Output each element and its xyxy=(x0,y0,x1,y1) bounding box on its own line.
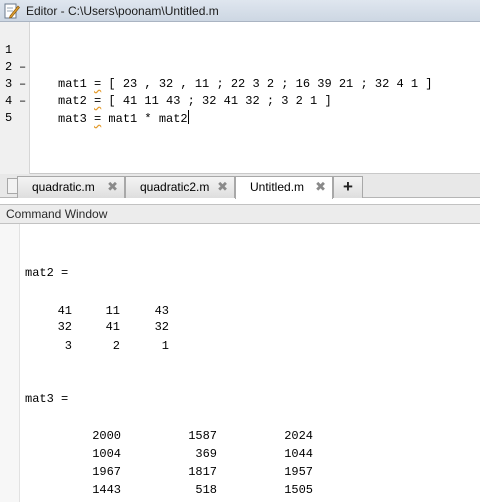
matrix-cell: 2000 xyxy=(92,429,121,443)
matrix-cell: 1587 xyxy=(188,429,217,443)
code-line[interactable]: 3 – mat3 = mat1 * mat2 xyxy=(0,59,480,126)
tab-quadratic[interactable]: quadratic.m ✖ xyxy=(17,176,125,198)
line-number: 5 xyxy=(5,111,13,125)
plus-icon[interactable]: + xyxy=(333,176,363,198)
editor-title: Editor - C:\Users\poonam\Untitled.m xyxy=(26,3,219,18)
pencil-document-icon xyxy=(4,3,20,19)
code-line[interactable]: 4 xyxy=(0,76,480,108)
code-editor[interactable]: 1 – mat1 = [ 23 , 32 , 11 ; 22 3 2 ; 16 … xyxy=(0,22,480,174)
editor-title-bar: Editor - C:\Users\poonam\Untitled.m xyxy=(0,0,480,22)
matrix-cell: 1004 xyxy=(92,447,121,461)
matrix-cell: 32 xyxy=(57,320,72,334)
tab-label: quadratic.m xyxy=(32,180,95,194)
close-x-icon[interactable]: ✖ xyxy=(217,177,228,197)
code-text[interactable]: mat3 = mat1 * mat2 xyxy=(58,110,189,128)
close-x-icon[interactable]: ✖ xyxy=(315,177,326,197)
code-line[interactable]: 5 xyxy=(0,93,480,125)
matrix-cell: 1443 xyxy=(92,483,121,497)
matrix-cell: 2 xyxy=(112,339,120,353)
mat3-header: mat3 = xyxy=(25,392,69,406)
tab-label: quadratic2.m xyxy=(140,180,210,194)
matrix-cell: 32 xyxy=(154,320,169,334)
matrix-cell: 1957 xyxy=(284,465,313,479)
matrix-cell: 41 xyxy=(57,304,72,318)
matrix-cell: 3 xyxy=(64,339,72,353)
matrix-cell: 1817 xyxy=(188,465,217,479)
matrix-cell: 518 xyxy=(195,483,217,497)
matrix-cell: 369 xyxy=(195,447,217,461)
matrix-cell: 43 xyxy=(154,304,169,318)
matrix-cell: 1044 xyxy=(284,447,313,461)
code-line[interactable]: 1 – mat1 = [ 23 , 32 , 11 ; 22 3 2 ; 16 … xyxy=(0,25,480,91)
matrix-cell: 1 xyxy=(161,339,169,353)
tab-untitled[interactable]: Untitled.m ✖ xyxy=(235,176,333,199)
matrix-cell: 1505 xyxy=(284,483,313,497)
matrix-cell: 2024 xyxy=(284,429,313,443)
command-window-title: Command Window xyxy=(0,204,480,224)
matrix-cell: 41 xyxy=(105,320,120,334)
tab-scroll-handle[interactable] xyxy=(7,178,17,194)
command-window-output[interactable]: mat2 = 41 11 43 32 41 32 3 2 1 mat3 = 20… xyxy=(0,224,480,502)
matrix-cell: 11 xyxy=(105,304,120,318)
mat2-header: mat2 = xyxy=(25,266,69,280)
editor-tab-strip: quadratic.m ✖ quadratic2.m ✖ Untitled.m … xyxy=(0,174,480,199)
text-cursor xyxy=(187,110,189,124)
tab-quadratic2[interactable]: quadratic2.m ✖ xyxy=(125,176,235,198)
tab-label: Untitled.m xyxy=(250,180,305,194)
matrix-cell: 1967 xyxy=(92,465,121,479)
code-line[interactable]: 2 – mat2 = [ 41 11 43 ; 32 41 32 ; 3 2 1… xyxy=(0,42,480,108)
close-x-icon[interactable]: ✖ xyxy=(107,177,118,197)
